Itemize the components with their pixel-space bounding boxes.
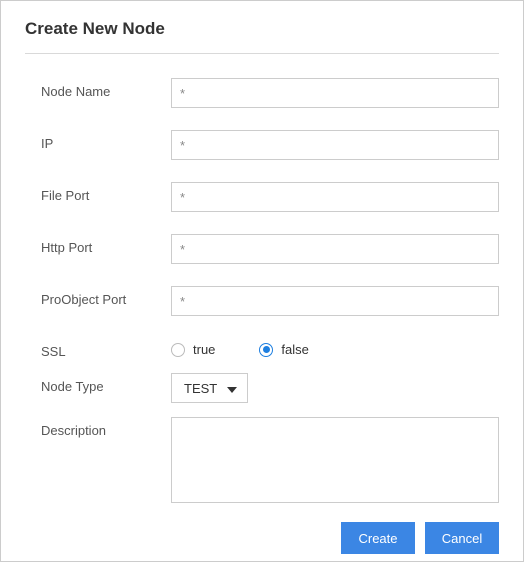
row-http-port: Http Port xyxy=(41,234,499,264)
node-name-input[interactable] xyxy=(171,78,499,108)
node-type-select[interactable]: TEST xyxy=(171,373,248,403)
ssl-radio-group: true false xyxy=(171,338,499,357)
row-ssl: SSL true false xyxy=(41,338,499,359)
dialog-title: Create New Node xyxy=(25,19,499,39)
row-ip: IP xyxy=(41,130,499,160)
label-proobject-port: ProObject Port xyxy=(41,286,171,307)
ssl-radio-false-label: false xyxy=(281,342,308,357)
label-ip: IP xyxy=(41,130,171,151)
chevron-down-icon xyxy=(227,381,237,396)
ssl-radio-true-label: true xyxy=(193,342,215,357)
create-button[interactable]: Create xyxy=(341,522,415,554)
divider xyxy=(25,53,499,54)
label-node-type: Node Type xyxy=(41,373,171,394)
http-port-input[interactable] xyxy=(171,234,499,264)
node-type-selected: TEST xyxy=(184,381,217,396)
ssl-radio-false[interactable]: false xyxy=(259,342,308,357)
label-http-port: Http Port xyxy=(41,234,171,255)
radio-icon xyxy=(259,343,273,357)
file-port-input[interactable] xyxy=(171,182,499,212)
row-file-port: File Port xyxy=(41,182,499,212)
create-node-dialog: Create New Node Node Name IP File Port H… xyxy=(0,0,524,562)
cancel-button[interactable]: Cancel xyxy=(425,522,499,554)
button-bar: Create Cancel xyxy=(41,522,499,554)
label-node-name: Node Name xyxy=(41,78,171,99)
ssl-radio-true[interactable]: true xyxy=(171,342,215,357)
radio-icon xyxy=(171,343,185,357)
description-textarea[interactable] xyxy=(171,417,499,503)
label-description: Description xyxy=(41,417,171,438)
proobject-port-input[interactable] xyxy=(171,286,499,316)
label-file-port: File Port xyxy=(41,182,171,203)
ip-input[interactable] xyxy=(171,130,499,160)
row-node-name: Node Name xyxy=(41,78,499,108)
row-node-type: Node Type TEST xyxy=(41,373,499,403)
row-proobject-port: ProObject Port xyxy=(41,286,499,316)
label-ssl: SSL xyxy=(41,338,171,359)
form: Node Name IP File Port Http Port ProObje xyxy=(41,78,499,554)
row-description: Description xyxy=(41,417,499,506)
